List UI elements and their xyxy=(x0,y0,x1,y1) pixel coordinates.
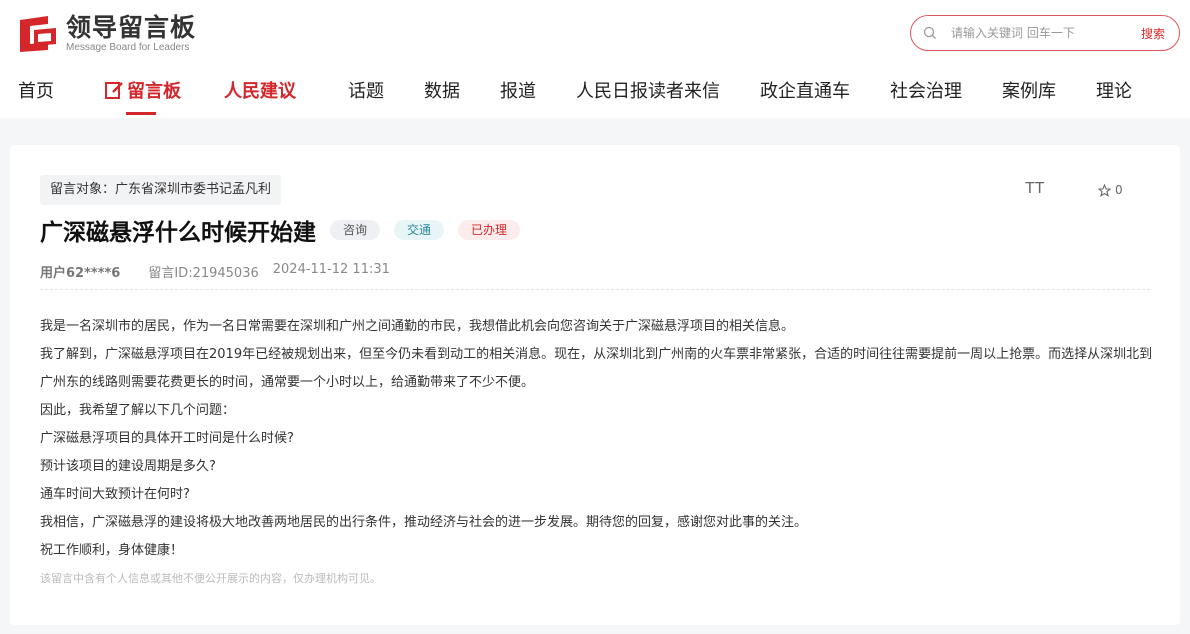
favorite-button[interactable]: 0 xyxy=(1098,183,1123,197)
title-row: 广深磁悬浮什么时候开始建 咨询 交通 已办理 xyxy=(40,213,521,247)
search-box: 搜索 xyxy=(910,15,1180,51)
nav-item-enterprise[interactable]: 政企直通车 xyxy=(760,72,850,116)
search-input[interactable] xyxy=(951,26,1131,40)
message-card: 留言对象：广东省深圳市委书记孟凡利 TT 0 广深磁悬浮什么时候开始建 咨询 交… xyxy=(10,145,1180,625)
message-target: 留言对象：广东省深圳市委书记孟凡利 xyxy=(40,175,282,205)
content-paragraph: 广深磁悬浮项目的具体开工时间是什么时候? xyxy=(40,431,294,446)
content-paragraph: 祝工作顺利，身体健康！ xyxy=(40,543,184,558)
favorite-count: 0 xyxy=(1115,183,1123,197)
message-content: 我是一名深圳市的居民，作为一名日常需要在深圳和广州之间通勤的市民，我想借此机会向… xyxy=(40,313,1155,565)
status-badge: 已办理 xyxy=(458,220,521,240)
content-paragraph: 我是一名深圳市的居民，作为一名日常需要在深圳和广州之间通勤的市民，我想借此机会向… xyxy=(40,319,795,334)
font-size-icon: TT xyxy=(1025,180,1045,197)
content-paragraph: 我相信，广深磁悬浮的建设将极大地改善两地居民的出行条件，推动经济与社会的进一步发… xyxy=(40,515,808,530)
message-id: 留言ID:21945036 xyxy=(148,266,259,281)
tag-consult: 咨询 xyxy=(330,220,381,240)
message-time: 2024-11-12 11:31 xyxy=(272,262,390,277)
search-icon xyxy=(923,26,936,39)
search-button[interactable]: 搜索 xyxy=(1141,25,1165,42)
content-paragraph: 预计该项目的建设周期是多久? xyxy=(40,459,216,474)
edit-icon xyxy=(105,82,123,99)
content-paragraph: 通车时间大致预计在何时? xyxy=(40,487,190,502)
nav-item-case-library[interactable]: 案例库 xyxy=(1002,72,1056,116)
privacy-note: 该留言中含有个人信息或其他不便公开展示的内容，仅办理机构可见。 xyxy=(40,572,381,585)
nav-item-label: 留言板 xyxy=(127,81,181,102)
top-header: 领导留言板 Message Board for Leaders 搜索 首页 留言… xyxy=(0,0,1190,118)
font-size-toggle[interactable]: TT xyxy=(1025,180,1045,198)
logo-title: 领导留言板 xyxy=(66,13,197,42)
content-paragraph: 因此，我希望了解以下几个问题： xyxy=(40,403,236,418)
nav-item-home[interactable]: 首页 xyxy=(18,72,54,116)
content-paragraph: 我了解到，广深磁悬浮项目在2019年已经被规划出来，但至今仍未看到动工的相关消息… xyxy=(40,347,1153,390)
nav-item-reader-letters[interactable]: 人民日报读者来信 xyxy=(576,72,720,116)
star-icon xyxy=(1098,183,1111,197)
message-user: 用户62****6 xyxy=(40,266,121,281)
message-title: 广深磁悬浮什么时候开始建 xyxy=(40,220,316,246)
nav-item-data[interactable]: 数据 xyxy=(424,72,460,116)
nav-item-social-governance[interactable]: 社会治理 xyxy=(890,72,962,116)
logo-mark-icon xyxy=(18,14,58,54)
site-logo[interactable]: 领导留言板 Message Board for Leaders xyxy=(18,12,196,56)
nav-item-message-board[interactable]: 留言板 xyxy=(104,72,181,116)
nav-item-topics[interactable]: 话题 xyxy=(348,72,384,116)
nav-item-people-suggestion[interactable]: 人民建议 xyxy=(224,72,296,116)
message-meta: 用户62****6 留言ID:21945036 2024-11-12 11:31 xyxy=(40,262,390,281)
main-nav: 首页 留言板 人民建议 话题 数据 报道 人民日报读者来信 政企直通车 社会治理… xyxy=(0,72,1190,116)
logo-subtitle: Message Board for Leaders xyxy=(66,42,190,53)
divider xyxy=(40,289,1150,290)
nav-item-theory[interactable]: 理论 xyxy=(1096,72,1132,116)
nav-item-reports[interactable]: 报道 xyxy=(500,72,536,116)
tag-traffic: 交通 xyxy=(394,220,445,240)
